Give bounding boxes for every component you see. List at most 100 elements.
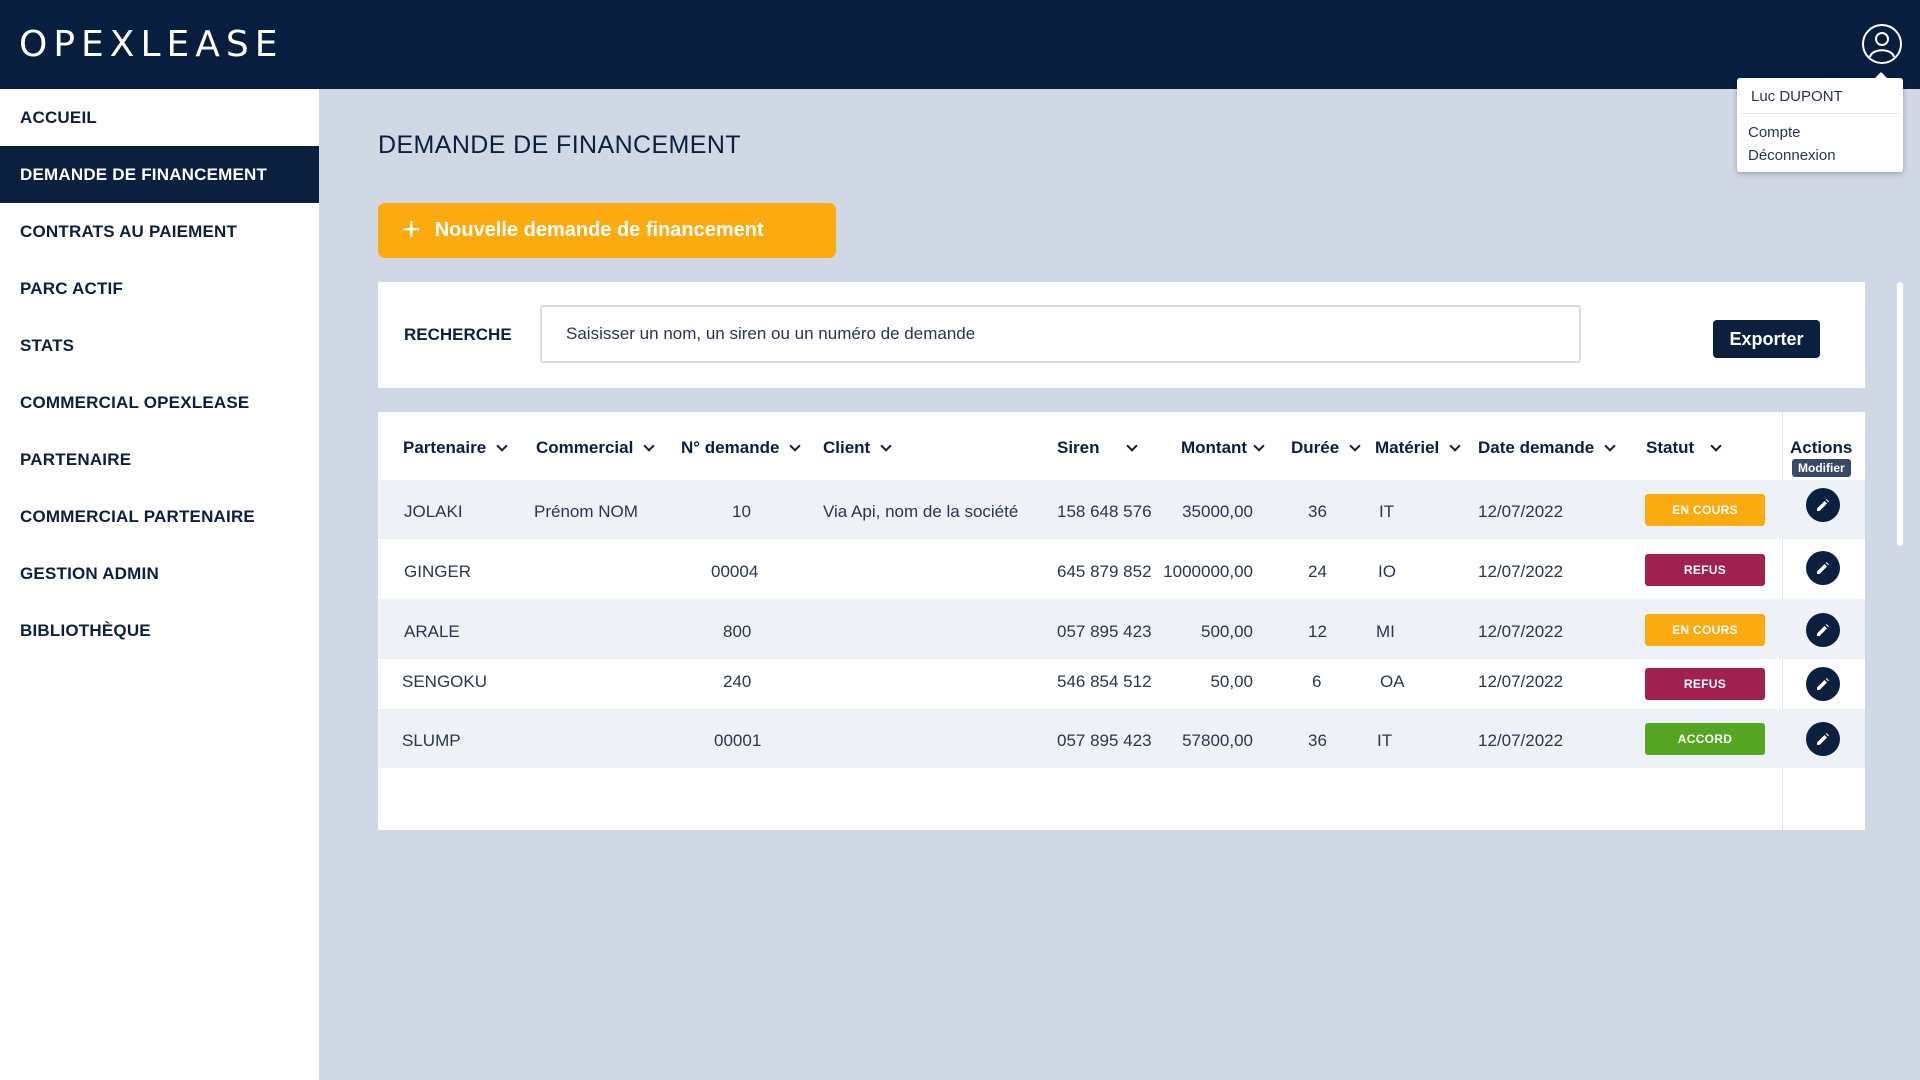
sidebar-item-accueil[interactable]: ACCUEIL — [0, 89, 319, 146]
chevron-down-icon — [880, 440, 892, 452]
cell-date: 12/07/2022 — [1478, 622, 1564, 641]
header-demande[interactable]: N° demande — [681, 438, 802, 458]
chevron-down-icon — [1604, 440, 1616, 452]
cell-montant: 35000,00 — [1182, 502, 1253, 521]
cell-duree: 6 — [1312, 672, 1322, 691]
pencil-icon — [1817, 678, 1829, 690]
table-row[interactable]: SLUMP 00001 057 895 423 57800,00 36 IT 1… — [378, 709, 1865, 768]
cell-materiel: OA — [1380, 672, 1405, 691]
status-badge: ACCORD — [1645, 723, 1765, 755]
chevron-down-icon — [496, 440, 508, 452]
sidebar-item-stats[interactable]: STATS — [0, 317, 319, 374]
requests-table: Partenaire Commercial N° demande Client … — [378, 412, 1865, 830]
status-badge: EN COURS — [1645, 614, 1765, 646]
header-actions: Actions — [1790, 438, 1852, 458]
menu-item-compte[interactable]: Compte — [1737, 120, 1903, 143]
sidebar-item-partenaire[interactable]: PARTENAIRE — [0, 431, 319, 488]
cell-siren: 645 879 852 — [1057, 562, 1152, 581]
header-montant[interactable]: Montant — [1181, 438, 1265, 458]
user-circle-icon — [1869, 32, 1895, 58]
menu-item-deconnexion[interactable]: Déconnexion — [1737, 143, 1903, 166]
header-partenaire-label: Partenaire — [403, 438, 487, 457]
table-row[interactable]: ARALE 800 057 895 423 500,00 12 MI 12/07… — [378, 599, 1865, 659]
status-badge: REFUS — [1645, 554, 1765, 586]
status-badge: EN COURS — [1645, 494, 1765, 526]
header-statut[interactable]: Statut — [1646, 438, 1722, 458]
opexlease-logo[interactable]: OPEXLEASE — [19, 23, 284, 65]
table-row[interactable]: SENGOKU 240 546 854 512 50,00 6 OA 12/07… — [378, 659, 1865, 709]
table-row[interactable]: JOLAKI Prénom NOM 10 Via Api, nom de la … — [378, 480, 1865, 539]
cell-client: Via Api, nom de la société — [823, 502, 1019, 521]
cell-date: 12/07/2022 — [1478, 502, 1564, 521]
user-avatar-icon[interactable] — [1862, 24, 1902, 64]
page-scrollbar[interactable] — [1897, 282, 1903, 546]
cell-demande: 10 — [732, 502, 751, 521]
header-demande-label: N° demande — [681, 438, 780, 457]
edit-button[interactable] — [1806, 722, 1840, 756]
table-row[interactable]: GINGER 00004 645 879 852 1000000,00 24 I… — [378, 539, 1865, 599]
user-name: Luc DUPONT — [1740, 84, 1900, 114]
cell-duree: 36 — [1308, 502, 1327, 521]
cell-demande: 240 — [723, 672, 752, 691]
sidebar-item-demande-de-financement[interactable]: DEMANDE DE FINANCEMENT — [0, 146, 319, 203]
edit-button[interactable] — [1806, 613, 1840, 647]
edit-button[interactable] — [1806, 551, 1840, 585]
cell-partenaire: JOLAKI — [404, 502, 463, 521]
new-request-label: Nouvelle demande de financement — [434, 219, 764, 241]
edit-button[interactable] — [1806, 667, 1840, 701]
header-duree-label: Durée — [1291, 438, 1340, 457]
cell-demande: 00001 — [714, 731, 762, 750]
sidebar-item-commercial-partenaire[interactable]: COMMERCIAL PARTENAIRE — [0, 488, 319, 545]
sidebar-item-gestion-admin[interactable]: GESTION ADMIN — [0, 545, 319, 602]
header-statut-label: Statut — [1646, 438, 1695, 457]
page-title: DEMANDE DE FINANCEMENT — [378, 131, 741, 159]
header-commercial[interactable]: Commercial — [536, 438, 655, 458]
cell-materiel: IT — [1379, 502, 1395, 521]
sidebar: ACCUEIL DEMANDE DE FINANCEMENT CONTRATS … — [0, 89, 319, 1080]
header-actions-label: Actions — [1790, 438, 1853, 457]
modifier-tooltip: Modifier — [1792, 459, 1851, 477]
plus-icon: + — [402, 210, 421, 247]
header-client-label: Client — [823, 438, 871, 457]
cell-materiel: IO — [1378, 562, 1396, 581]
sidebar-item-commercial-opexlease[interactable]: COMMERCIAL OPEXLEASE — [0, 374, 319, 431]
cell-demande: 800 — [723, 622, 752, 641]
chevron-down-icon — [1349, 440, 1361, 452]
cell-montant: 57800,00 — [1182, 731, 1253, 750]
header-materiel-label: Matériel — [1375, 438, 1440, 457]
chevron-down-icon — [1125, 440, 1138, 452]
cell-siren: 546 854 512 — [1057, 672, 1152, 691]
cell-materiel: IT — [1377, 731, 1393, 750]
header-date[interactable]: Date demande — [1478, 438, 1616, 458]
chevron-down-icon — [789, 440, 802, 452]
chevron-down-icon — [1710, 440, 1722, 452]
cell-montant: 500,00 — [1201, 622, 1253, 641]
header-duree[interactable]: Durée — [1291, 438, 1361, 458]
search-input[interactable] — [540, 305, 1581, 363]
header-montant-label: Montant — [1181, 438, 1248, 457]
user-dropdown-menu: Luc DUPONT Compte Déconnexion — [1737, 72, 1903, 172]
new-request-button[interactable]: + Nouvelle demande de financement — [378, 203, 836, 258]
sidebar-item-bibliotheque[interactable]: BIBLIOTHÈQUE — [0, 602, 319, 659]
header-materiel[interactable]: Matériel — [1375, 438, 1461, 458]
chevron-down-icon — [1253, 440, 1265, 452]
sidebar-item-contrats-au-paiement[interactable]: CONTRATS AU PAIEMENT — [0, 203, 319, 260]
export-button[interactable]: Exporter — [1713, 320, 1820, 358]
cell-date: 12/07/2022 — [1478, 672, 1564, 691]
cell-commercial: Prénom NOM — [534, 502, 638, 521]
cell-materiel: MI — [1376, 622, 1395, 641]
logo-text: OPEXLEASE — [19, 23, 284, 65]
cell-duree: 24 — [1308, 562, 1327, 581]
header-partenaire[interactable]: Partenaire — [403, 438, 508, 458]
cell-partenaire: SLUMP — [402, 731, 461, 750]
edit-button[interactable] — [1806, 488, 1840, 522]
chevron-down-icon — [643, 440, 655, 452]
sidebar-item-parc-actif[interactable]: PARC ACTIF — [0, 260, 319, 317]
status-badge: REFUS — [1645, 668, 1765, 700]
cell-partenaire: ARALE — [404, 622, 460, 641]
cell-siren: 057 895 423 — [1057, 731, 1152, 750]
header-siren[interactable]: Siren — [1057, 438, 1138, 458]
cell-duree: 12 — [1308, 622, 1327, 641]
header-client[interactable]: Client — [823, 438, 892, 458]
chevron-down-icon — [1449, 440, 1461, 452]
